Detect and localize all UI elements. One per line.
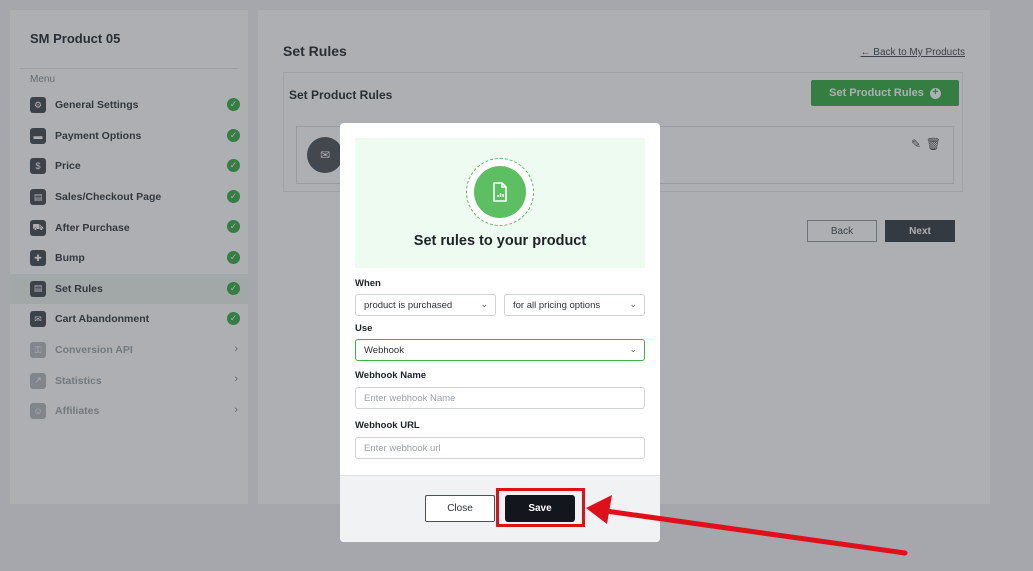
- document-chart-icon: [474, 166, 526, 218]
- use-select-value: Webhook: [364, 344, 404, 356]
- modal-hero: Set rules to your product: [355, 138, 645, 268]
- webhook-url-label: Webhook URL: [355, 420, 420, 431]
- when-select[interactable]: product is purchased ⌄: [355, 294, 496, 316]
- when-label: When: [355, 278, 381, 289]
- chevron-down-icon: ⌄: [629, 299, 637, 309]
- save-highlight-box: [496, 488, 585, 527]
- when-select-value: product is purchased: [364, 299, 453, 311]
- webhook-name-label: Webhook Name: [355, 370, 427, 381]
- use-label: Use: [355, 323, 373, 334]
- close-button[interactable]: Close: [425, 495, 495, 522]
- use-select[interactable]: Webhook ⌄: [355, 339, 645, 361]
- hero-ring: [466, 158, 534, 226]
- chevron-down-icon: ⌄: [629, 344, 637, 354]
- pricing-select-value: for all pricing options: [513, 299, 601, 311]
- webhook-name-input[interactable]: Enter webhook Name: [355, 387, 645, 409]
- webhook-url-input[interactable]: Enter webhook url: [355, 437, 645, 459]
- pricing-select[interactable]: for all pricing options ⌄: [504, 294, 645, 316]
- chevron-down-icon: ⌄: [480, 299, 488, 309]
- set-rules-modal: Set rules to your product When product i…: [340, 123, 660, 542]
- modal-heading: Set rules to your product: [413, 233, 587, 249]
